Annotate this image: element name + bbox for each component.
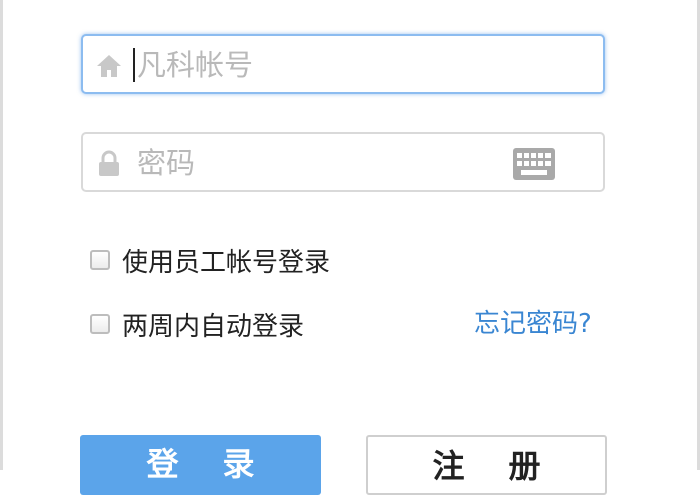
keyboard-icon[interactable] [513, 148, 555, 180]
password-placeholder: 密码 [137, 146, 196, 180]
remember-login-row[interactable]: 两周内自动登录 [90, 309, 304, 342]
home-icon [97, 55, 121, 77]
register-button[interactable]: 注册 [366, 435, 607, 495]
employee-login-checkbox[interactable] [90, 250, 110, 270]
account-placeholder: 凡科帐号 [137, 48, 254, 82]
employee-login-label: 使用员工帐号登录 [122, 247, 331, 278]
remember-login-label: 两周内自动登录 [122, 311, 305, 342]
account-field[interactable]: 凡科帐号 [81, 34, 605, 94]
forgot-password-link[interactable]: 忘记密码? [474, 308, 592, 340]
text-caret [133, 48, 135, 82]
password-field[interactable]: 密码 [81, 132, 605, 192]
employee-login-row[interactable]: 使用员工帐号登录 [90, 245, 330, 278]
lock-icon [99, 150, 119, 176]
login-button[interactable]: 登录 [80, 435, 321, 495]
window-left-border [0, 0, 3, 470]
remember-login-checkbox[interactable] [90, 314, 110, 334]
